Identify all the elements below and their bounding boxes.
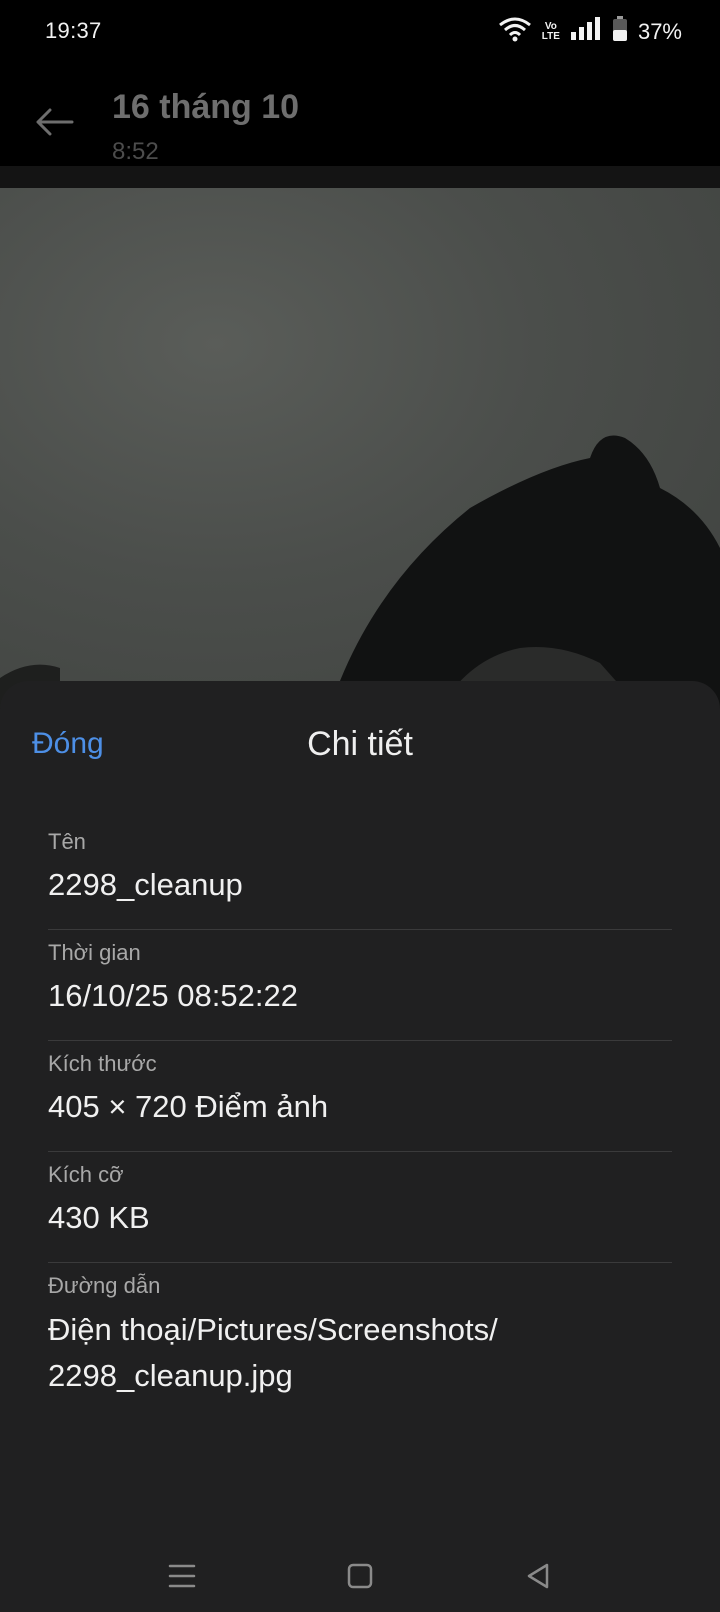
wifi-icon xyxy=(498,16,532,47)
battery-percent: 37% xyxy=(637,18,682,44)
signal-icon xyxy=(570,17,602,46)
status-icons: Vo LTE 37% xyxy=(498,16,682,47)
path-line-2: 2298_cleanup.jpg xyxy=(48,1358,293,1393)
details-sheet: Đóng Chi tiết Tên 2298_cleanup Thời gian… xyxy=(0,681,720,1612)
detail-value-path: Điện thoại/Pictures/Screenshots/ 2298_cl… xyxy=(48,1307,672,1421)
header-divider xyxy=(0,166,720,188)
detail-item-dimensions: Kích thước 405 × 720 Điểm ảnh xyxy=(48,1049,672,1152)
status-time: 19:37 xyxy=(45,18,102,43)
detail-label: Đường dẫn xyxy=(48,1273,161,1298)
detail-value: 405 × 720 Điểm ảnh xyxy=(48,1089,329,1124)
system-nav-bar xyxy=(0,1540,720,1612)
detail-label: Thời gian xyxy=(48,940,141,965)
battery-icon xyxy=(612,16,628,47)
menu-icon xyxy=(168,1563,196,1594)
detail-label: Tên xyxy=(48,829,86,854)
home-button[interactable] xyxy=(336,1554,384,1602)
path-line-1: Điện thoại/Pictures/Screenshots/ xyxy=(48,1312,498,1347)
photo-date-title: 16 tháng 10 xyxy=(112,88,300,126)
detail-item-size: Kích cỡ 430 KB xyxy=(48,1160,672,1263)
detail-item-time: Thời gian 16/10/25 08:52:22 xyxy=(48,938,672,1041)
back-triangle-icon xyxy=(525,1562,551,1595)
detail-label: Kích thước xyxy=(48,1051,157,1076)
home-square-icon xyxy=(347,1563,373,1594)
photo-preview[interactable] xyxy=(0,188,720,708)
detail-item-path: Đường dẫn Điện thoại/Pictures/Screenshot… xyxy=(48,1271,672,1421)
recents-button[interactable] xyxy=(158,1554,206,1602)
detail-value: 430 KB xyxy=(48,1200,150,1235)
back-button[interactable] xyxy=(30,100,78,148)
detail-label: Kích cỡ xyxy=(48,1162,124,1187)
details-list: Tên 2298_cleanup Thời gian 16/10/25 08:5… xyxy=(48,819,672,1421)
arrow-left-icon xyxy=(34,107,74,142)
detail-value: 16/10/25 08:52:22 xyxy=(48,978,298,1013)
sheet-title: Chi tiết xyxy=(307,725,413,763)
photo-header: 16 tháng 10 8:52 xyxy=(0,64,720,166)
photo-image xyxy=(0,435,720,708)
status-bar: 19:37 Vo LTE 37% xyxy=(0,0,720,64)
nav-back-button[interactable] xyxy=(514,1554,562,1602)
volte-top-text: Vo xyxy=(544,20,557,32)
volte-bottom-text: LTE xyxy=(541,30,560,42)
detail-value: 2298_cleanup xyxy=(48,867,243,902)
photo-time-subtitle: 8:52 xyxy=(112,138,159,165)
volte-icon: Vo LTE xyxy=(541,20,560,42)
detail-item-name: Tên 2298_cleanup xyxy=(48,827,672,930)
